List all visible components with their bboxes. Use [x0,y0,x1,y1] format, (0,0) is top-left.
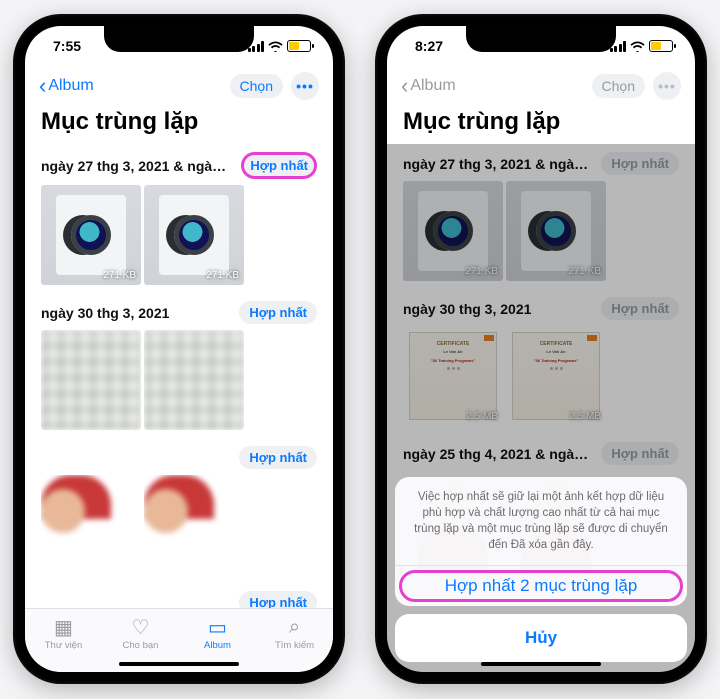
merge-confirm-button[interactable]: Hợp nhất 2 mục trùng lặp [399,570,683,602]
phone-left: 7:55 ‹ Album Chọn ••• Mục trùng lặp ngày… [13,14,345,684]
wifi-icon [268,41,283,52]
notch [466,26,616,52]
chevron-left-icon: ‹ [39,75,46,97]
back-button[interactable]: ‹ Album [39,75,94,97]
photo-thumb[interactable]: 271 KB [144,185,244,285]
photo-thumb[interactable] [144,330,244,430]
cancel-button[interactable]: Hủy [395,614,687,662]
group-date: ngày 27 thg 3, 2021 & ngày 12 thg... [41,158,233,174]
nav-bar: ‹ Album Chọn ••• [387,66,695,106]
content-scroll[interactable]: ngày 27 thg 3, 2021 & ngày 12 thg... Hợp… [25,144,333,608]
tab-library[interactable]: ▦Thư viện [29,615,99,651]
tab-search[interactable]: ⌕Tìm kiếm [260,615,330,651]
search-icon: ⌕ [289,615,300,639]
group-date: ngày 30 thg 3, 2021 [41,305,231,321]
battery-icon [287,40,311,52]
photo-thumb[interactable] [144,475,244,575]
tab-albums[interactable]: ▭Album [183,615,253,651]
clock: 7:55 [53,38,81,54]
notch [104,26,254,52]
tab-foryou[interactable]: ♡Cho bạn [106,615,176,651]
back-label: Album [48,77,93,95]
heart-icon: ♡ [132,615,150,639]
home-indicator[interactable] [119,662,239,666]
home-indicator[interactable] [481,662,601,666]
wifi-icon [630,41,645,52]
group-date [41,595,231,609]
page-title: Mục trùng lặp [25,106,333,144]
photo-thumb[interactable] [41,330,141,430]
merge-button[interactable]: Hợp nhất [239,591,317,608]
page-title: Mục trùng lặp [387,106,695,144]
battery-icon [649,40,673,52]
library-icon: ▦ [54,615,73,639]
content-scroll: ngày 27 thg 3, 2021 & ngày 12 thg... Hợp… [387,144,695,672]
photo-thumb[interactable]: 271 KB [41,185,141,285]
more-button[interactable]: ••• [291,72,319,100]
clock: 8:27 [415,38,443,54]
more-button: ••• [653,72,681,100]
albums-icon: ▭ [208,615,227,639]
chevron-left-icon: ‹ [401,75,408,97]
merge-button[interactable]: Hợp nhất [239,446,317,469]
nav-bar: ‹ Album Chọn ••• [25,66,333,106]
group-date [41,450,231,466]
select-button: Chọn [592,74,645,98]
select-button[interactable]: Chọn [230,74,283,98]
photo-thumb[interactable] [41,475,141,575]
phone-right: 8:27 ‹ Album Chọn ••• Mục trùng lặp ngày… [375,14,707,684]
back-button: ‹ Album [401,75,456,97]
sheet-message: Việc hợp nhất sẽ giữ lại một ảnh kết hợp… [395,477,687,566]
merge-button[interactable]: Hợp nhất [241,152,317,179]
action-sheet: Việc hợp nhất sẽ giữ lại một ảnh kết hợp… [395,477,687,662]
back-label: Album [410,77,455,95]
merge-button[interactable]: Hợp nhất [239,301,317,324]
